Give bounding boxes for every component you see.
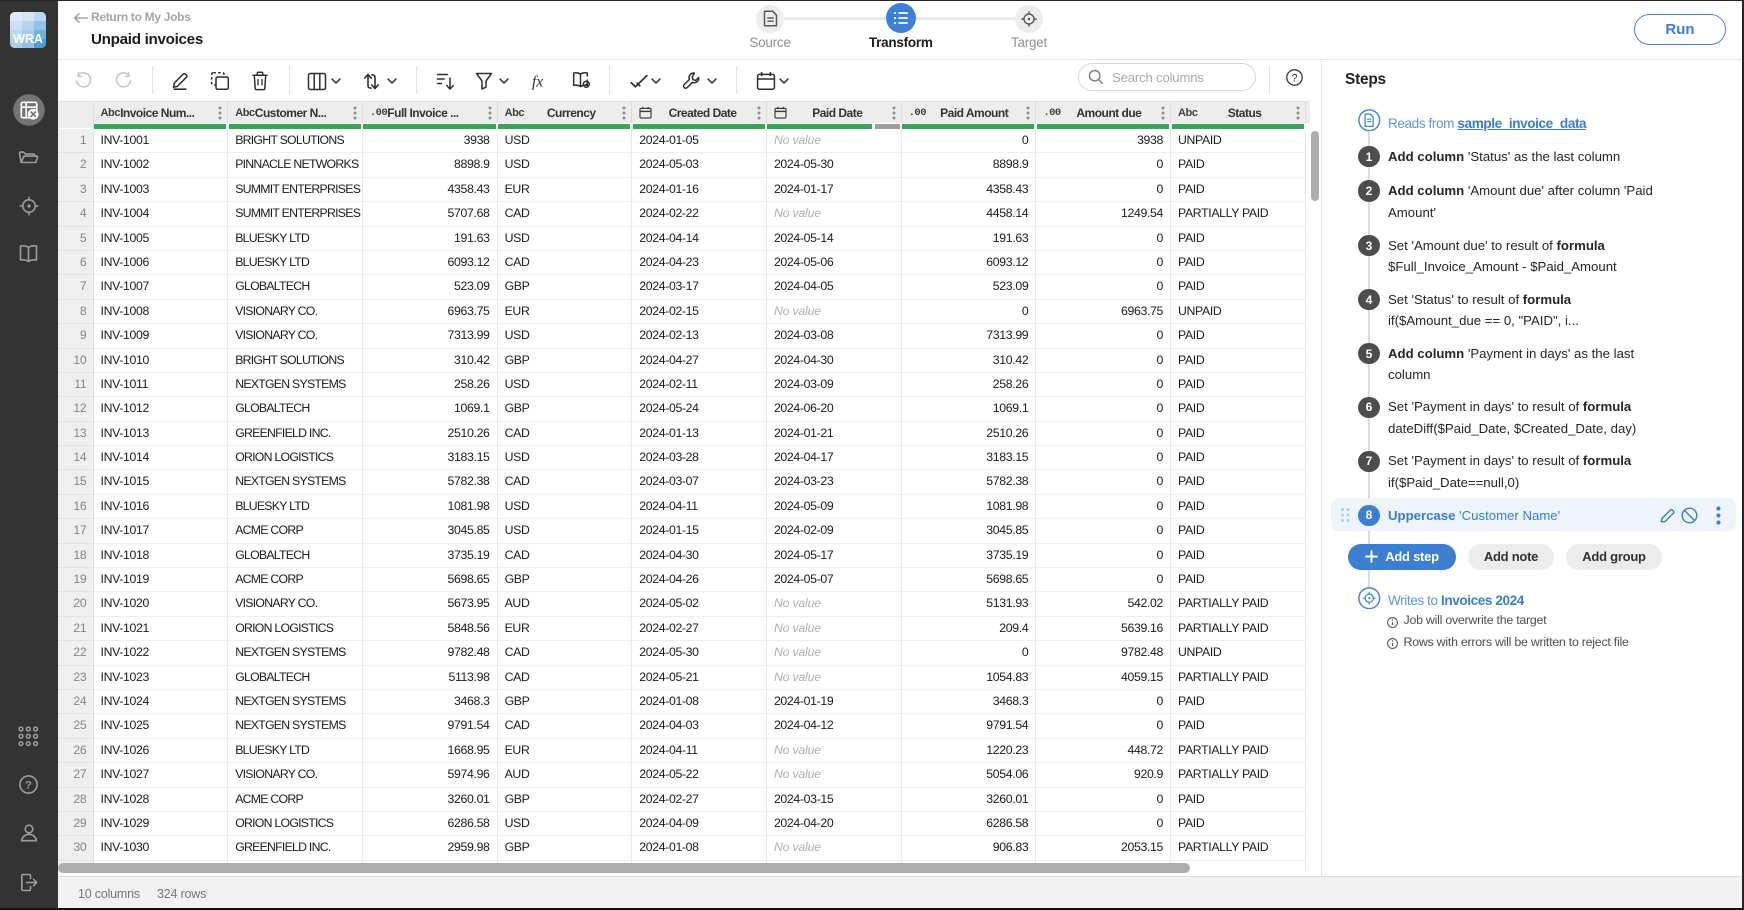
- svg-text:WRA: WRA: [13, 32, 43, 46]
- svg-text:?: ?: [25, 780, 32, 792]
- svg-text:fx: fx: [532, 74, 543, 91]
- svg-text:?: ?: [1291, 72, 1297, 84]
